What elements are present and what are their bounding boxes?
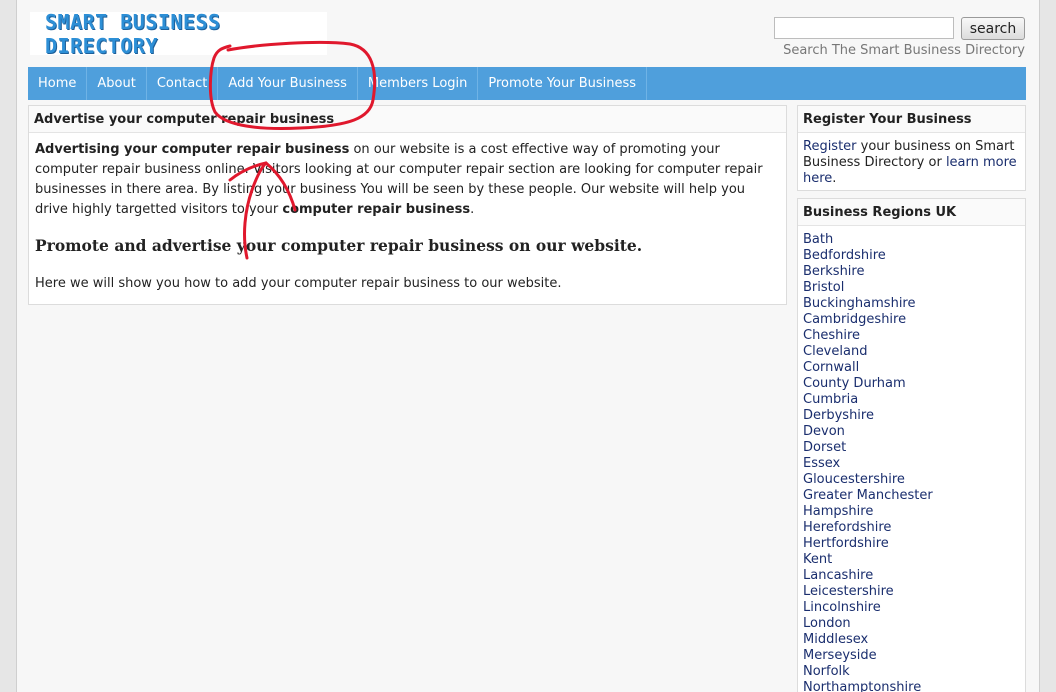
region-item: Cumbria xyxy=(803,392,1020,408)
search-input[interactable] xyxy=(774,17,954,39)
region-item: Greater Manchester xyxy=(803,488,1020,504)
nav-members-login[interactable]: Members Login xyxy=(358,67,479,100)
region-item: Derbyshire xyxy=(803,408,1020,424)
region-item: Bristol xyxy=(803,280,1020,296)
region-link[interactable]: Herefordshire xyxy=(803,520,891,535)
region-item: Essex xyxy=(803,456,1020,472)
region-item: Norfolk xyxy=(803,664,1020,680)
intro-paragraph: Advertising your computer repair busines… xyxy=(35,140,780,220)
region-link[interactable]: Bristol xyxy=(803,280,844,295)
region-item: Herefordshire xyxy=(803,520,1020,536)
region-link[interactable]: Devon xyxy=(803,424,845,439)
search-button[interactable]: search xyxy=(961,17,1025,40)
region-item: Bedfordshire xyxy=(803,248,1020,264)
main-body: Advertising your computer repair busines… xyxy=(29,133,786,301)
register-link[interactable]: Register xyxy=(803,139,857,154)
region-link[interactable]: Bedfordshire xyxy=(803,248,886,263)
region-item: Merseyside xyxy=(803,648,1020,664)
site-logo[interactable]: SMART BUSINESS DIRECTORY xyxy=(30,9,327,58)
region-item: Gloucestershire xyxy=(803,472,1020,488)
region-link[interactable]: Bath xyxy=(803,232,833,247)
main-nav: Home About Contact Add Your Business Mem… xyxy=(28,67,1026,100)
region-item: Leicestershire xyxy=(803,584,1020,600)
region-link[interactable]: Buckinghamshire xyxy=(803,296,916,311)
region-item: Hampshire xyxy=(803,504,1020,520)
nav-about[interactable]: About xyxy=(87,67,147,100)
region-link[interactable]: Greater Manchester xyxy=(803,488,933,503)
register-heading: Register Your Business xyxy=(798,106,1025,133)
region-link[interactable]: Dorset xyxy=(803,440,846,455)
region-item: Devon xyxy=(803,424,1020,440)
region-item: Cleveland xyxy=(803,344,1020,360)
region-link[interactable]: Norfolk xyxy=(803,664,850,679)
footer-paragraph: Here we will show you how to add your co… xyxy=(35,276,562,291)
page-container: SMART BUSINESS DIRECTORY search Search T… xyxy=(16,0,1040,692)
region-link[interactable]: Lancashire xyxy=(803,568,873,583)
main-content-panel: Advertise your computer repair business … xyxy=(28,105,787,305)
region-link[interactable]: Cumbria xyxy=(803,392,858,407)
region-item: Bath xyxy=(803,232,1020,248)
region-link[interactable]: Gloucestershire xyxy=(803,472,905,487)
region-link[interactable]: Derbyshire xyxy=(803,408,874,423)
nav-home[interactable]: Home xyxy=(28,67,88,100)
region-link[interactable]: Berkshire xyxy=(803,264,864,279)
intro-end: . xyxy=(470,202,475,217)
region-link[interactable]: Leicestershire xyxy=(803,584,894,599)
region-link[interactable]: Lincolnshire xyxy=(803,600,881,615)
region-link[interactable]: County Durham xyxy=(803,376,906,391)
intro-bold-end: computer repair business xyxy=(282,202,471,217)
region-item: Middlesex xyxy=(803,632,1020,648)
nav-contact[interactable]: Contact xyxy=(147,67,219,100)
main-heading: Advertise your computer repair business xyxy=(29,106,786,133)
regions-panel: Business Regions UK Bath Bedfordshire Berk… xyxy=(797,198,1026,692)
region-item: Lancashire xyxy=(803,568,1020,584)
region-link[interactable]: Merseyside xyxy=(803,648,877,663)
region-item: Lincolnshire xyxy=(803,600,1020,616)
region-link[interactable]: Cleveland xyxy=(803,344,867,359)
region-link[interactable]: Hampshire xyxy=(803,504,873,519)
nav-add-your-business[interactable]: Add Your Business xyxy=(218,67,358,100)
region-item: Cambridgeshire xyxy=(803,312,1020,328)
region-link[interactable]: Northamptonshire xyxy=(803,680,921,692)
register-panel: Register Your Business Register your bus… xyxy=(797,105,1026,191)
intro-bold: Advertising your computer repair busines… xyxy=(35,142,350,157)
region-link[interactable]: Kent xyxy=(803,552,832,567)
register-text-end: . xyxy=(832,171,837,186)
region-item: Cornwall xyxy=(803,360,1020,376)
region-link[interactable]: Cambridgeshire xyxy=(803,312,906,327)
region-link[interactable]: Middlesex xyxy=(803,632,868,647)
region-item: Dorset xyxy=(803,440,1020,456)
region-item: Berkshire xyxy=(803,264,1020,280)
search-caption: Search The Smart Business Directory xyxy=(783,43,1025,58)
region-link[interactable]: Cheshire xyxy=(803,328,860,343)
region-link[interactable]: London xyxy=(803,616,851,631)
register-body: Register your business on Smart Business… xyxy=(798,133,1025,193)
region-item: Northamptonshire xyxy=(803,680,1020,692)
region-link[interactable]: Essex xyxy=(803,456,840,471)
main-subheading: Promote and advertise your computer repa… xyxy=(35,236,643,255)
region-item: Hertfordshire xyxy=(803,536,1020,552)
regions-heading: Business Regions UK xyxy=(798,199,1025,226)
region-item: Buckinghamshire xyxy=(803,296,1020,312)
region-item: Cheshire xyxy=(803,328,1020,344)
logo-text: SMART BUSINESS DIRECTORY xyxy=(45,9,221,58)
region-item: London xyxy=(803,616,1020,632)
region-link[interactable]: Hertfordshire xyxy=(803,536,889,551)
region-item: County Durham xyxy=(803,376,1020,392)
region-link[interactable]: Cornwall xyxy=(803,360,859,375)
nav-promote-your-business[interactable]: Promote Your Business xyxy=(478,67,648,100)
region-item: Kent xyxy=(803,552,1020,568)
regions-list: Bath Bedfordshire Berkshire Bristol Buckingh… xyxy=(798,226,1025,692)
